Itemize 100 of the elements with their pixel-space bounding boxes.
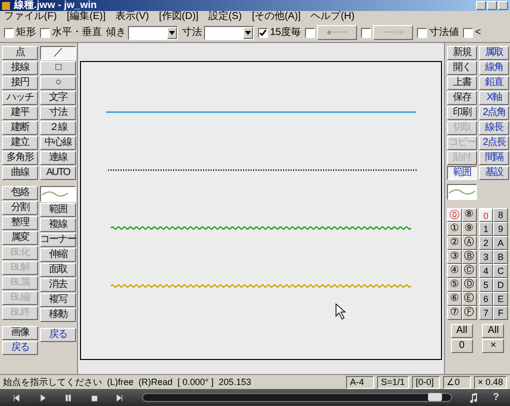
tool-button[interactable]: 面取 (40, 263, 76, 277)
tool-button[interactable]: 建断 (2, 121, 38, 135)
menu-item[interactable]: 表示(V) (116, 11, 150, 23)
stop-icon[interactable] (90, 394, 98, 402)
layer-all-button[interactable]: × (482, 339, 504, 353)
layer-group-button[interactable]: ⓪ (447, 208, 462, 222)
tool-button[interactable]: 新規 (447, 46, 477, 60)
layer-button[interactable]: C (493, 264, 508, 278)
layer-group-button[interactable]: Ⓒ (462, 264, 476, 278)
layer-group-button[interactable]: ⑤ (447, 278, 462, 292)
line-style-preview[interactable] (40, 186, 76, 202)
layer-button[interactable]: B (493, 250, 508, 264)
tool-button[interactable]: AUTO (40, 166, 76, 180)
layer-all-button[interactable]: 0 (450, 339, 473, 353)
menu-item[interactable]: [編集(E)] (66, 11, 106, 23)
layer-group-button[interactable]: Ⓐ (462, 236, 476, 250)
menu-item[interactable]: [その他(A)] (252, 11, 301, 23)
layer-group-button[interactable]: ③ (447, 250, 462, 264)
tool-button[interactable]: 開く (447, 61, 477, 75)
tool-button[interactable]: 属取 (479, 46, 509, 60)
tool-button[interactable]: 曲線 (2, 166, 38, 180)
checkbox[interactable] (361, 28, 372, 38)
layer-button[interactable]: 2 (478, 236, 494, 250)
tool-button[interactable]: ○ (40, 76, 76, 90)
checkbox[interactable] (4, 28, 14, 38)
layer-button[interactable]: D (493, 278, 508, 292)
layer-group-button[interactable]: ① (447, 222, 462, 236)
layer-group-button[interactable]: ④ (447, 264, 462, 278)
tool-button[interactable]: 保存 (447, 91, 477, 105)
tool-button[interactable]: 消去 (40, 278, 76, 292)
layer-all-button[interactable]: All (450, 324, 473, 338)
line-style-preview[interactable] (447, 184, 477, 200)
tool-button[interactable]: 画像 (2, 326, 38, 340)
music-note-icon[interactable] (468, 392, 478, 402)
tool-button[interactable]: 戻る (2, 341, 38, 355)
tool-button[interactable]: ／ (40, 46, 76, 60)
layer-button[interactable]: 1 (478, 222, 494, 236)
menu-item[interactable]: [作図(D)] (159, 11, 198, 23)
tool-button[interactable]: 接線 (2, 61, 38, 75)
skip-forward-icon[interactable] (116, 394, 124, 402)
checkbox[interactable] (417, 28, 428, 38)
combo-box[interactable] (128, 26, 178, 40)
tool-button[interactable]: 複線 (40, 218, 76, 232)
tool-button[interactable]: ハッチ (2, 91, 38, 105)
layer-button[interactable]: 7 (478, 306, 494, 320)
checkbox[interactable] (463, 28, 474, 38)
tool-button[interactable]: 連線 (40, 151, 76, 165)
seek-bar[interactable] (142, 393, 452, 402)
tool-button[interactable]: 中心線 (40, 136, 76, 150)
seek-thumb[interactable] (428, 393, 442, 401)
tool-button[interactable]: 包絡 (2, 186, 38, 200)
layer-group-button[interactable]: Ⓓ (462, 278, 476, 292)
tool-button[interactable]: 範囲 (40, 203, 76, 217)
tool-button[interactable]: 建平 (2, 106, 38, 120)
tool-button[interactable]: 2点長 (479, 136, 509, 150)
layer-group-button[interactable]: ⑥ (447, 292, 462, 306)
tool-button[interactable]: 線長 (479, 121, 509, 135)
layer-group-button[interactable]: ⑧ (462, 208, 476, 222)
tool-button[interactable]: 整理 (2, 216, 38, 230)
layer-group-button[interactable]: Ⓕ (462, 306, 476, 320)
tool-button[interactable]: 鉛直 (479, 76, 509, 90)
menu-item[interactable]: ファイル(F) (4, 11, 57, 23)
tool-button[interactable]: X軸 (479, 91, 509, 105)
layer-group-button[interactable]: ② (447, 236, 462, 250)
tool-button[interactable]: 2点角 (479, 106, 509, 120)
layer-button[interactable]: A (493, 236, 508, 250)
checkbox[interactable] (305, 28, 316, 38)
tool-button[interactable]: 戻る (40, 328, 76, 342)
pause-icon[interactable] (64, 394, 72, 402)
tool-button[interactable]: 伸縮 (40, 248, 76, 262)
tool-button[interactable]: 建立 (2, 136, 38, 150)
layer-button[interactable]: 3 (478, 250, 494, 264)
tool-button[interactable]: コーナー (40, 233, 76, 247)
tool-button[interactable]: □ (40, 61, 76, 75)
skip-back-icon[interactable] (12, 394, 20, 402)
tool-button[interactable]: 文字 (40, 91, 76, 105)
layer-button[interactable]: E (493, 292, 508, 306)
tool-button[interactable]: 属変 (2, 231, 38, 245)
tool-button[interactable]: 印刷 (447, 106, 477, 120)
menu-item[interactable]: 設定(S) (208, 11, 242, 23)
tool-button[interactable]: 基設 (479, 166, 509, 180)
tool-button[interactable]: 上書 (447, 76, 477, 90)
menu-item[interactable]: ヘルプ(H) (310, 11, 355, 23)
layer-button[interactable]: 8 (493, 208, 508, 222)
tool-button[interactable]: 間隔 (479, 151, 509, 165)
layer-button[interactable]: 4 (478, 264, 494, 278)
tool-button[interactable]: ２線 (40, 121, 76, 135)
layer-group-button[interactable]: Ⓔ (462, 292, 476, 306)
checkbox[interactable] (258, 28, 268, 38)
tool-button[interactable]: 複写 (40, 293, 76, 307)
layer-button[interactable]: F (493, 306, 508, 320)
tool-button[interactable]: 接円 (2, 76, 38, 90)
tool-button[interactable]: 寸法 (40, 106, 76, 120)
layer-all-button[interactable]: All (482, 324, 504, 338)
checkbox[interactable] (40, 28, 50, 38)
tool-button[interactable]: 分割 (2, 201, 38, 215)
help-button[interactable]: ? (486, 390, 506, 405)
layer-group-button[interactable]: Ⓑ (462, 250, 476, 264)
tool-button[interactable]: 多角形 (2, 151, 38, 165)
tool-button[interactable]: 点 (2, 46, 38, 60)
